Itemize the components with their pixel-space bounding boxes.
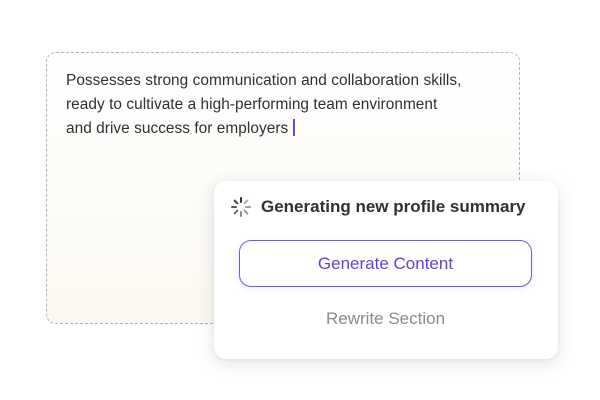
editor-text-container: Possesses strong communication and colla… xyxy=(66,69,466,141)
stage: Possesses strong communication and colla… xyxy=(0,0,600,400)
status-text: Generating new profile summary xyxy=(261,197,526,216)
text-cursor xyxy=(293,119,295,136)
spinner-icon xyxy=(230,196,252,218)
rewrite-section-button[interactable]: Rewrite Section xyxy=(239,305,532,333)
ai-assist-popup: Generating new profile summary Generate … xyxy=(214,181,558,359)
generate-content-button[interactable]: Generate Content xyxy=(239,240,532,287)
generation-status: Generating new profile summary xyxy=(230,195,526,219)
profile-summary-text: Possesses strong communication and colla… xyxy=(66,72,462,137)
